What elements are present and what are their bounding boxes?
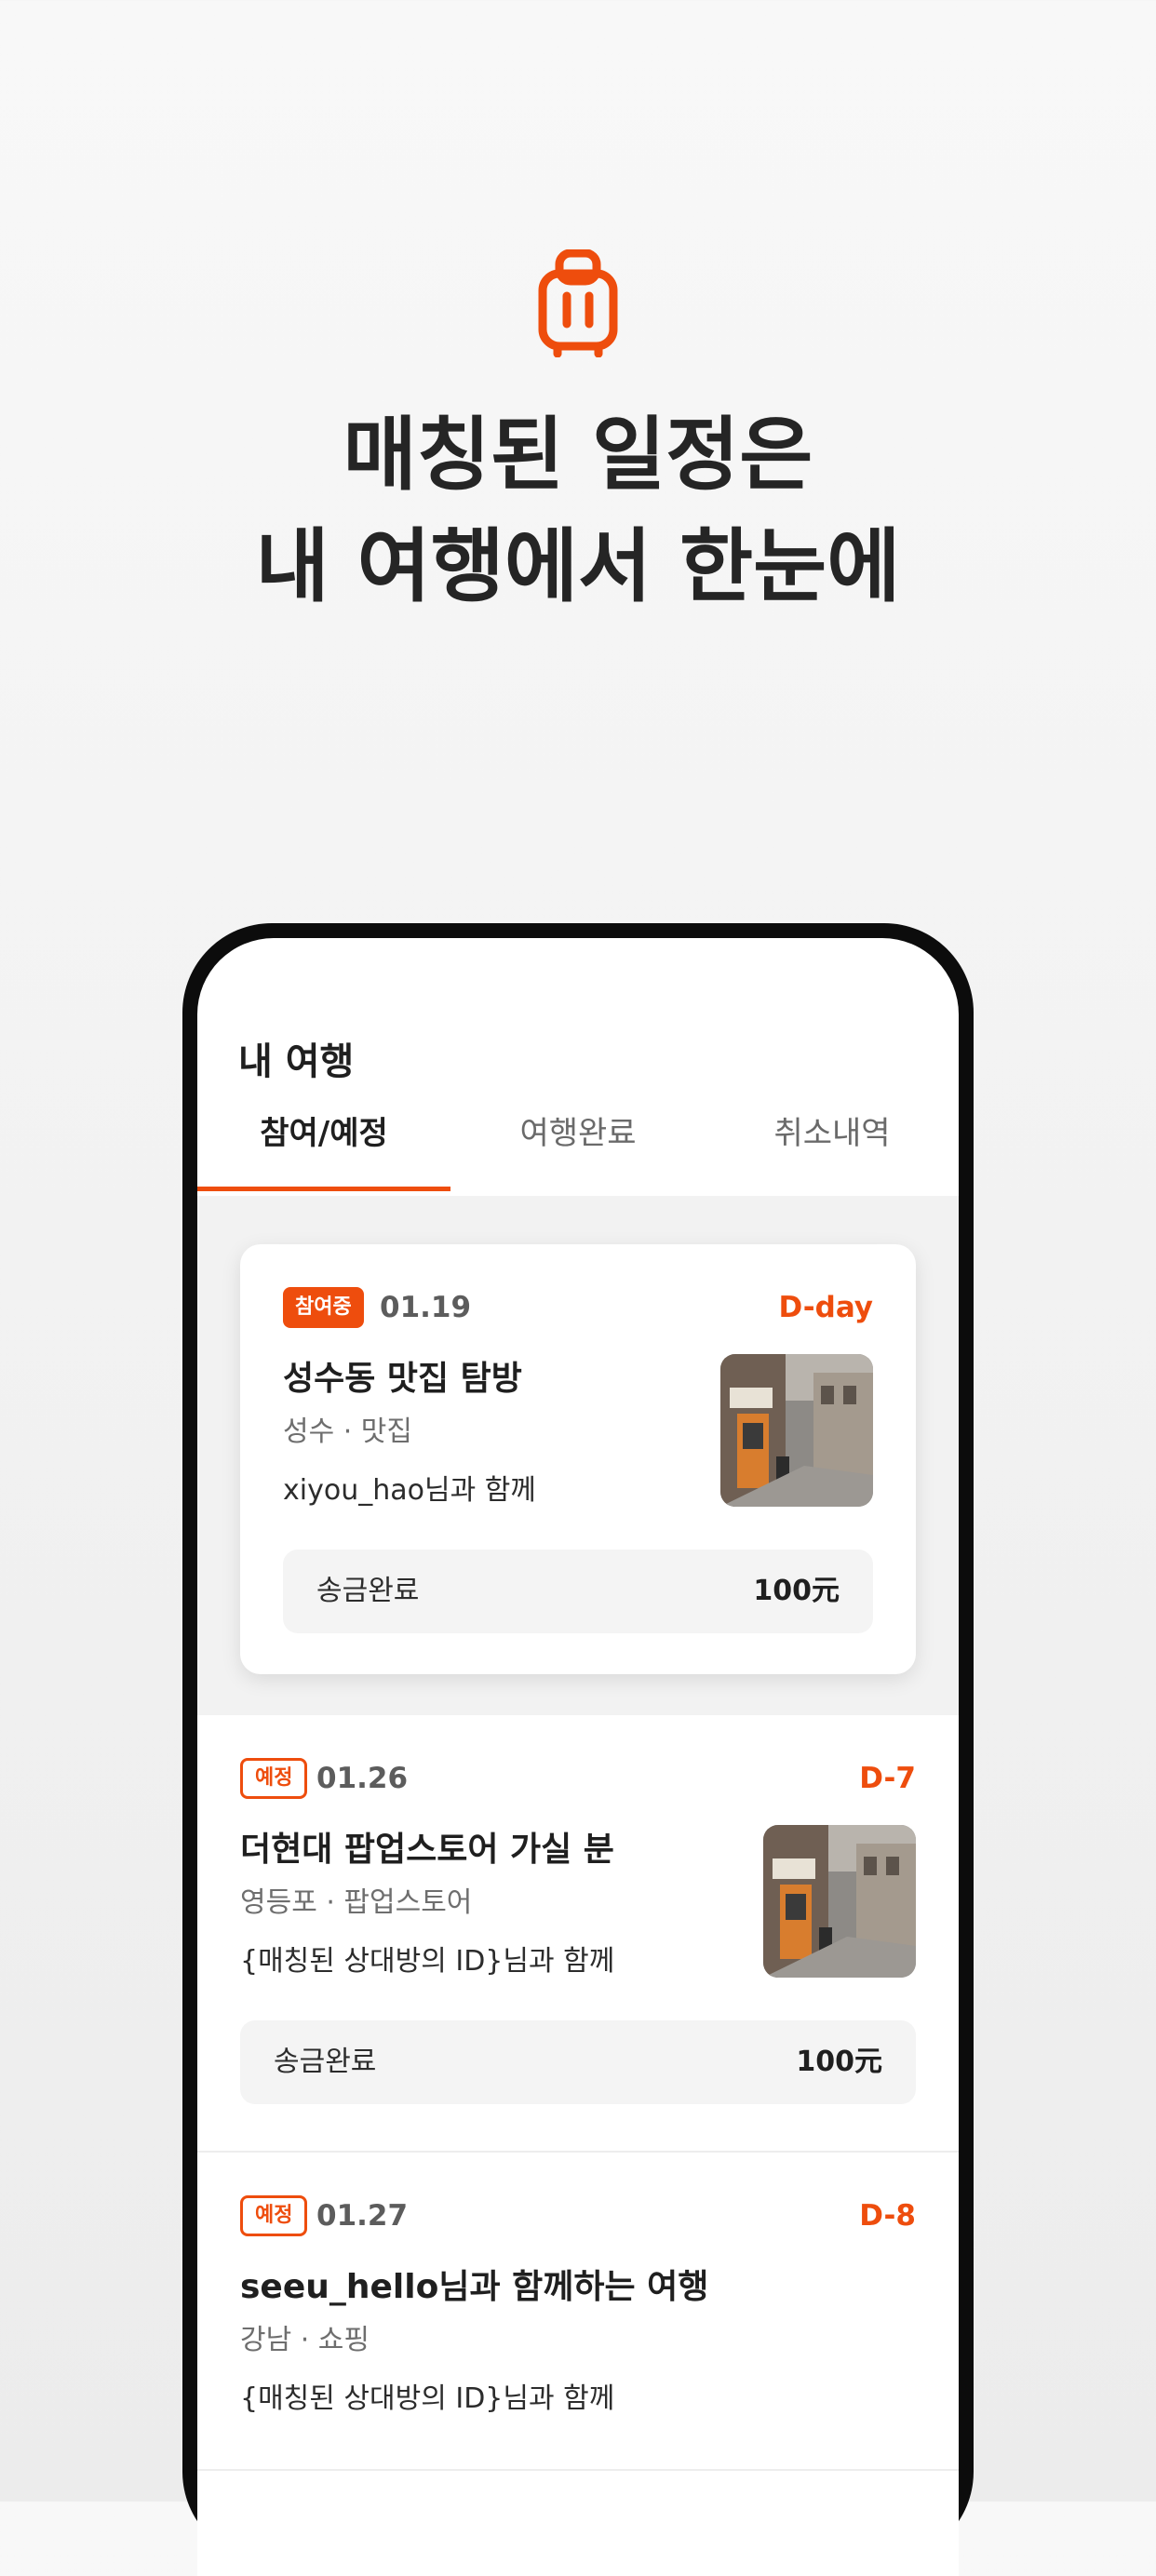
- trip-companion: {매칭된 상대방의 ID}님과 함께: [240, 2382, 615, 2415]
- payment-status: 송금완료 100元: [240, 2020, 916, 2104]
- trip-date: 01.27: [316, 2199, 409, 2233]
- trip-date: 01.19: [380, 1291, 472, 1324]
- payment-label: 송금완료: [274, 2046, 377, 2078]
- hero-title-line1: 매칭된 일정은: [343, 409, 813, 502]
- status-badge: 예정: [240, 2195, 308, 2236]
- tab-cancelled[interactable]: 취소내역: [706, 1110, 959, 1157]
- trip-subtitle: 성수 · 맛집: [283, 1415, 413, 1448]
- tab-bar: 참여/예정 여행완료 취소내역: [197, 1110, 959, 1192]
- trip-thumbnail: [763, 1825, 916, 1978]
- trip-title: 성수동 맛집 탐방: [283, 1360, 522, 1398]
- trip-card[interactable]: 예정 01.26 D-7 더현대 팝업스토어 가실 분 영등포 · 팝업스토어 …: [197, 1715, 959, 2147]
- luggage-icon: [537, 248, 619, 358]
- d-day-label: D-7: [859, 1762, 916, 1795]
- trip-title: 더현대 팝업스토어 가실 분: [240, 1831, 614, 1869]
- payment-amount: 100元: [796, 2046, 882, 2078]
- payment-amount: 100元: [753, 1575, 840, 1607]
- trip-companion: xiyou_hao님과 함께: [283, 1474, 536, 1507]
- d-day-label: D-8: [859, 2199, 916, 2233]
- phone-screen: 내 여행 참여/예정 여행완료 취소내역 참여중 01.19 D-day 성수동…: [197, 938, 959, 2576]
- trip-thumbnail: [720, 1354, 873, 1507]
- tab-active-indicator: [197, 1187, 450, 1191]
- d-day-label: D-day: [778, 1291, 873, 1324]
- trip-title: seeu_hello님과 함께하는 여행: [240, 2268, 709, 2306]
- trip-list: 참여중 01.19 D-day 성수동 맛집 탐방 성수 · 맛집 xiyou_…: [197, 1196, 959, 2576]
- tab-completed[interactable]: 여행완료: [451, 1110, 705, 1157]
- hero-title-line2: 내 여행에서 한눈에: [255, 520, 901, 613]
- trip-companion: {매칭된 상대방의 ID}님과 함께: [240, 1945, 615, 1978]
- trip-subtitle: 강남 · 쇼핑: [240, 2324, 370, 2356]
- trip-card[interactable]: 참여중 01.19 D-day 성수동 맛집 탐방 성수 · 맛집 xiyou_…: [240, 1244, 916, 1674]
- trip-subtitle: 영등포 · 팝업스토어: [240, 1886, 473, 1919]
- payment-status: 송금완료 100元: [283, 1550, 873, 1633]
- status-badge: 참여중: [283, 1287, 364, 1328]
- payment-label: 송금완료: [316, 1575, 420, 1607]
- status-badge: 예정: [240, 1758, 308, 1799]
- trip-card[interactable]: 예정 01.27 D-8 seeu_hello님과 함께하는 여행 강남 · 쇼…: [197, 2153, 959, 2469]
- phone-frame: 내 여행 참여/예정 여행완료 취소내역 참여중 01.19 D-day 성수동…: [182, 923, 974, 2576]
- divider: [197, 2469, 959, 2471]
- page-title: 내 여행: [238, 1040, 355, 1083]
- trip-date: 01.26: [316, 1762, 409, 1795]
- tab-participating[interactable]: 참여/예정: [197, 1110, 450, 1157]
